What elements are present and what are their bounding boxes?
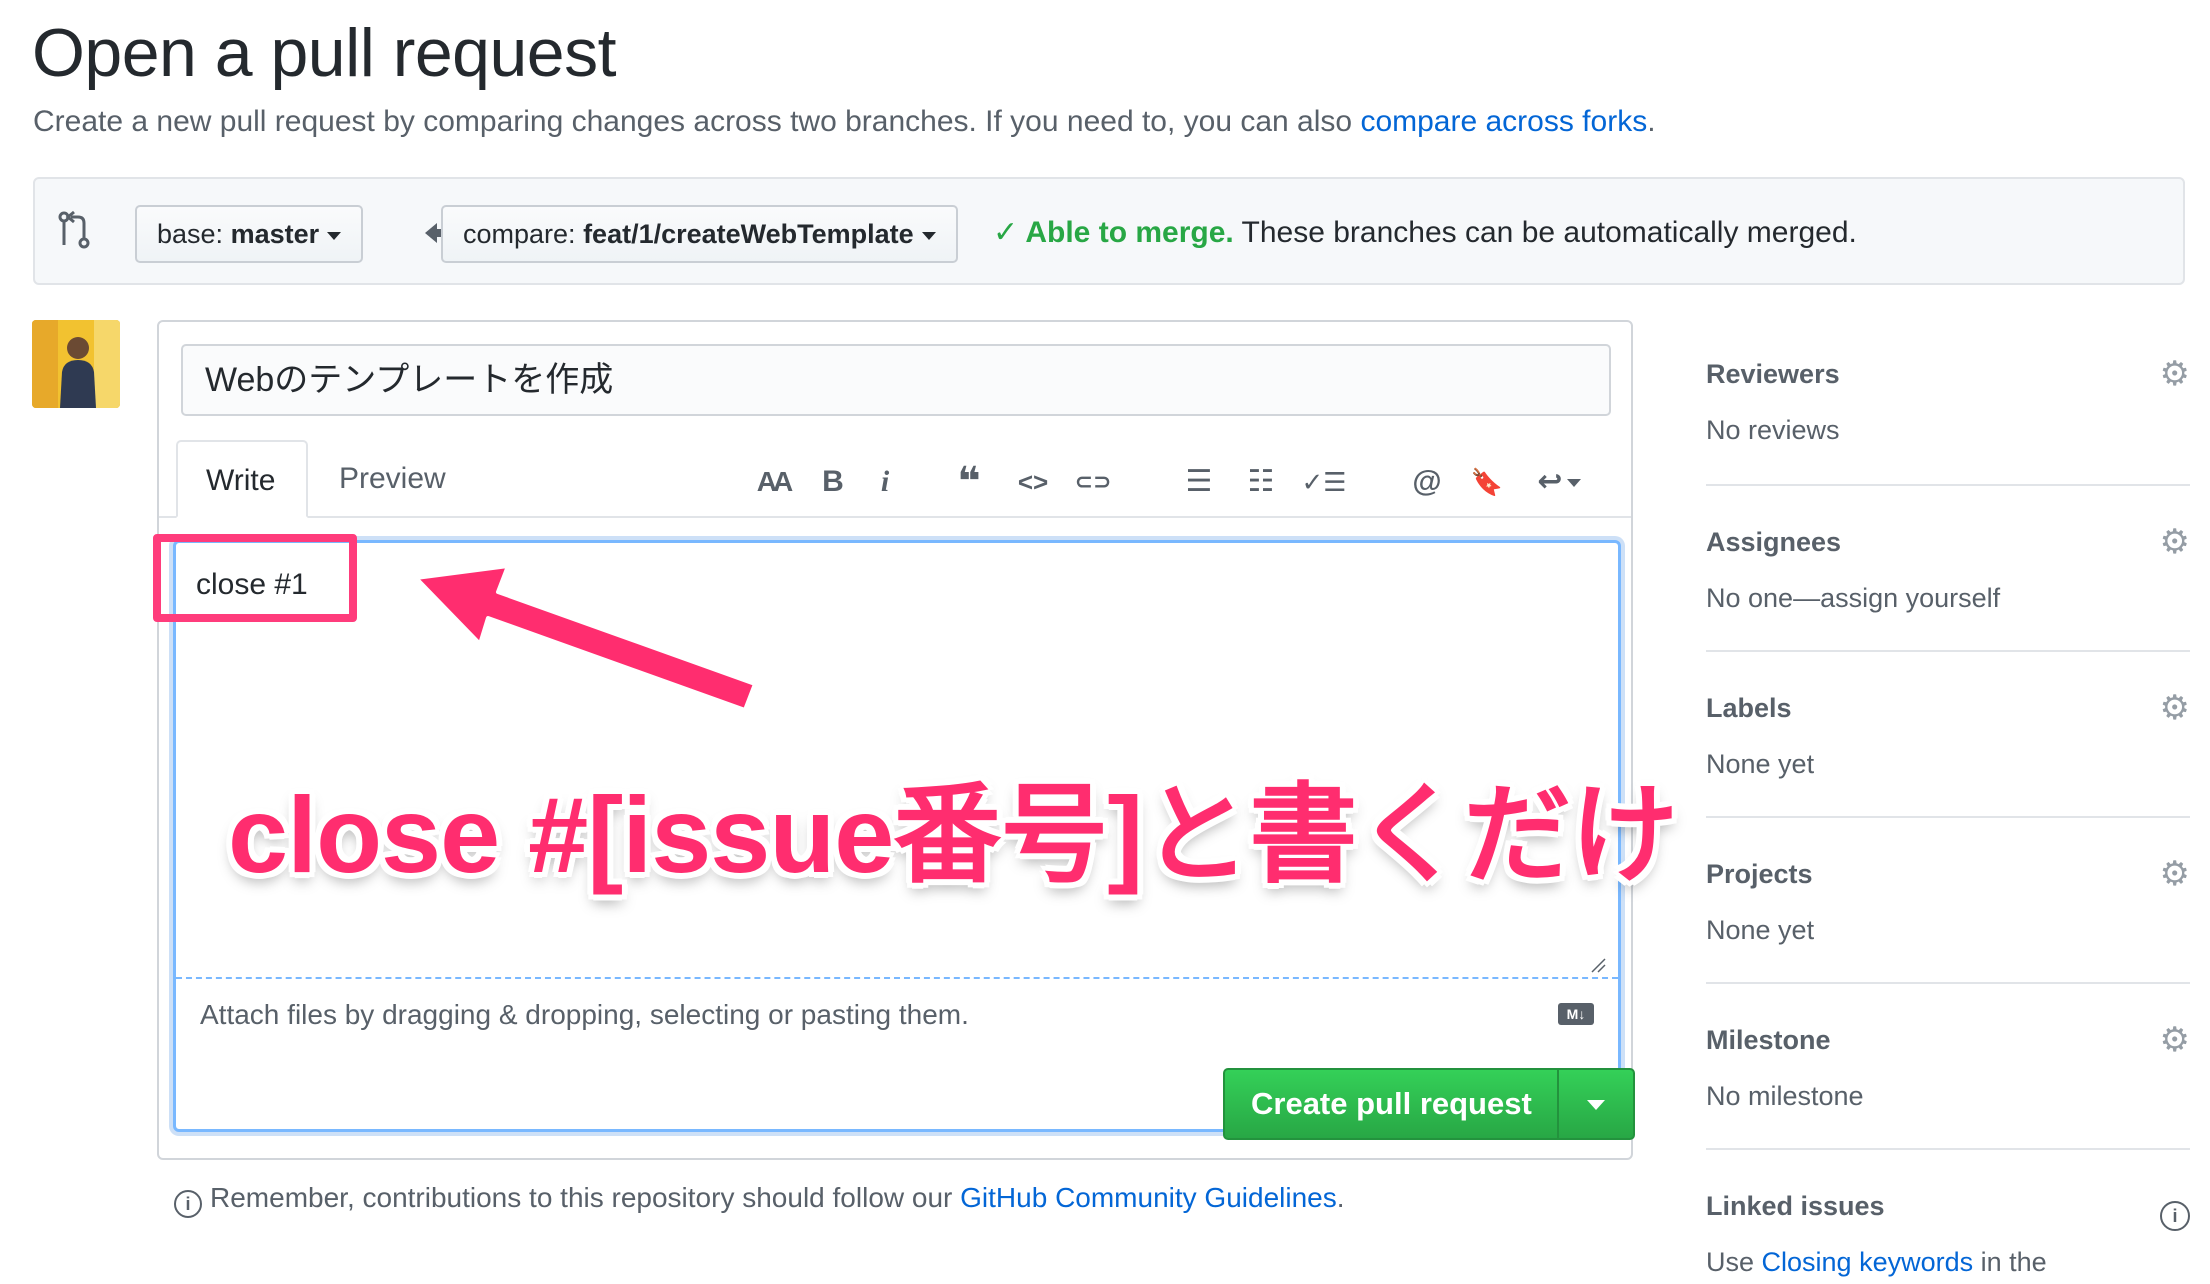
- sidebar-milestone: Milestone ⚙ No milestone: [1706, 1020, 2190, 1116]
- milestone-value: No milestone: [1706, 1081, 1864, 1111]
- sidebar-projects: Projects ⚙ None yet: [1706, 854, 2190, 950]
- base-prefix: base:: [157, 219, 231, 249]
- info-circle: i: [2160, 1201, 2190, 1231]
- compare-branch-select[interactable]: compare: feat/1/createWebTemplate: [441, 205, 958, 263]
- assignees-heading[interactable]: Assignees: [1706, 522, 2190, 562]
- reviewers-heading[interactable]: Reviewers: [1706, 354, 2190, 394]
- sidebar-divider: [1706, 982, 2190, 984]
- mention-icon[interactable]: @: [1405, 460, 1449, 504]
- task-list-icon[interactable]: ✓☰: [1299, 460, 1349, 504]
- tab-write[interactable]: Write: [176, 440, 308, 518]
- page-subtitle: Create a new pull request by comparing c…: [33, 100, 1656, 144]
- sidebar-linked-issues: Linked issues i Use Closing keywords in …: [1706, 1186, 2190, 1282]
- milestone-heading[interactable]: Milestone: [1706, 1020, 2190, 1060]
- editor-tab-bar: Write Preview AA B i ❝ <> ⊂⊃ ☰ ☷ ✓☰ @ 🔖 …: [159, 440, 1631, 518]
- link-icon[interactable]: ⊂⊃: [1071, 460, 1115, 504]
- labels-heading[interactable]: Labels: [1706, 688, 2190, 728]
- markdown-icon[interactable]: M↓: [1558, 1003, 1594, 1025]
- projects-heading[interactable]: Projects: [1706, 854, 2190, 894]
- chevron-down-icon: [1566, 479, 1581, 488]
- create-pull-request-button[interactable]: Create pull request: [1223, 1068, 1635, 1140]
- compare-branch-name: feat/1/createWebTemplate: [583, 219, 914, 249]
- info-icon[interactable]: i: [2160, 1190, 2190, 1231]
- assignees-value[interactable]: No one—assign yourself: [1706, 578, 2190, 618]
- merge-ok-text: Able to merge.: [1025, 216, 1234, 249]
- chevron-down-icon: [327, 231, 342, 240]
- subtitle-text: Create a new pull request by comparing c…: [33, 105, 1361, 138]
- base-branch-name: master: [230, 219, 320, 249]
- create-pull-request-label: Create pull request: [1251, 1086, 1532, 1121]
- annotation-arrow: [414, 564, 757, 712]
- tab-preview[interactable]: Preview: [311, 440, 474, 518]
- sidebar-divider: [1706, 484, 2190, 486]
- subtitle-end: .: [1647, 105, 1656, 138]
- code-icon[interactable]: <>: [1011, 460, 1055, 504]
- gear-icon[interactable]: ⚙: [2160, 856, 2190, 892]
- merge-detail-text: These branches can be automatically merg…: [1233, 216, 1857, 249]
- linked-issues-pre: Use: [1706, 1247, 1762, 1277]
- projects-value: None yet: [1706, 915, 1815, 945]
- compare-across-forks-link[interactable]: compare across forks: [1360, 105, 1647, 138]
- gear-icon[interactable]: ⚙: [2160, 690, 2190, 726]
- pull-request-composer: Webのテンプレートを作成 Write Preview AA B i ❝ <> …: [157, 320, 1635, 1160]
- labels-value: None yet: [1706, 749, 1815, 779]
- attach-files-text: Attach files by dragging & dropping, sel…: [200, 999, 969, 1030]
- linked-issues-post: in the: [1973, 1247, 2047, 1277]
- gear-icon[interactable]: ⚙: [2160, 524, 2190, 560]
- chevron-down-icon: [921, 231, 936, 240]
- unordered-list-icon[interactable]: ☰: [1177, 460, 1221, 504]
- sidebar-assignees: Assignees ⚙ No one—assign yourself: [1706, 522, 2190, 618]
- gear-icon[interactable]: ⚙: [2160, 356, 2190, 392]
- community-guidelines-link[interactable]: GitHub Community Guidelines: [960, 1182, 1337, 1213]
- heading-icon[interactable]: AA: [751, 460, 795, 504]
- annotation-text: close #[issue番号]と書くだけ: [228, 774, 1678, 895]
- info-icon: i: [174, 1190, 202, 1218]
- merge-status: ✓ Able to merge. These branches can be a…: [993, 209, 1857, 257]
- chevron-down-icon[interactable]: [1587, 1100, 1605, 1110]
- sidebar-divider: [1706, 650, 2190, 652]
- pr-title-input[interactable]: Webのテンプレートを作成: [181, 344, 1611, 416]
- reply-icon[interactable]: ↩: [1529, 460, 1589, 504]
- page-title: Open a pull request: [32, 15, 617, 91]
- compare-prefix: compare:: [463, 219, 584, 249]
- guidelines-note: i Remember, contributions to this reposit…: [174, 1178, 1345, 1218]
- check-icon: ✓: [993, 216, 1026, 249]
- reply-glyph: ↩: [1537, 465, 1563, 498]
- annotation-highlight-box: [153, 534, 357, 622]
- italic-icon[interactable]: i: [863, 460, 907, 504]
- guidelines-text: Remember, contributions to this reposito…: [210, 1182, 961, 1213]
- closing-keywords-link[interactable]: Closing keywords: [1762, 1247, 1974, 1277]
- button-separator: [1557, 1070, 1559, 1138]
- sidebar-reviewers: Reviewers ⚙ No reviews: [1706, 354, 2190, 450]
- bookmark-icon[interactable]: 🔖: [1465, 460, 1509, 504]
- avatar[interactable]: [32, 320, 120, 408]
- sidebar-divider: [1706, 1148, 2190, 1150]
- reviewers-value: No reviews: [1706, 415, 1840, 445]
- quote-icon[interactable]: ❝: [947, 460, 991, 504]
- sidebar-divider: [1706, 816, 2190, 818]
- linked-issues-heading: Linked issues: [1706, 1191, 1885, 1221]
- compare-icon: [58, 210, 90, 249]
- guidelines-end: .: [1336, 1182, 1345, 1213]
- compare-bar: base: master compare: feat/1/createWebTe…: [33, 177, 2185, 285]
- linked-issues-value: Use Closing keywords in the: [1706, 1242, 2190, 1282]
- gear-icon[interactable]: ⚙: [2160, 1022, 2190, 1058]
- sidebar-labels: Labels ⚙ None yet: [1706, 688, 2190, 784]
- avatar-image: [32, 320, 120, 408]
- ordered-list-icon[interactable]: ☷: [1239, 460, 1283, 504]
- attach-divider: [176, 977, 1618, 979]
- bold-icon[interactable]: B: [811, 460, 855, 504]
- base-branch-select[interactable]: base: master: [135, 205, 364, 263]
- resize-handle-icon[interactable]: [1590, 957, 1606, 973]
